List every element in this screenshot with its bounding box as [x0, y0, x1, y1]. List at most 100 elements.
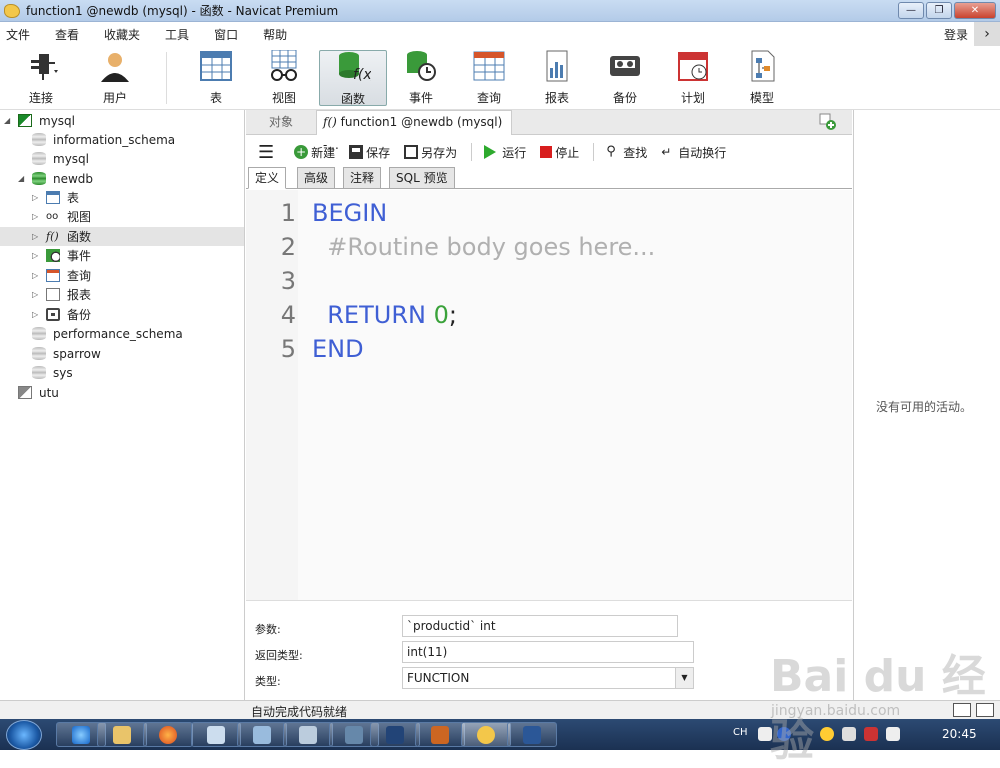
search-icon: ⚲: [606, 144, 616, 159]
line-number: 3: [280, 267, 296, 295]
baidu-watermark-url: jingyan.baidu.com: [771, 703, 901, 719]
ie-icon: [72, 726, 90, 744]
tree-node-views[interactable]: ▷ oo 视图: [32, 207, 91, 226]
word-wrap-button[interactable]: ↵ 自动换行: [661, 144, 726, 161]
new-button-label: 新建: [311, 145, 336, 160]
menu-favorites[interactable]: 收藏夹: [104, 26, 140, 43]
stop-button[interactable]: 停止: [540, 144, 579, 161]
user-button[interactable]: 用户: [82, 50, 148, 106]
tree-connection-mysql[interactable]: ◢ mysql: [4, 111, 75, 130]
tree-label: performance_schema: [53, 326, 183, 341]
subtab-advanced[interactable]: 高级: [297, 167, 336, 189]
tree-label: mysql: [39, 113, 75, 128]
subtab-definition[interactable]: 定义: [248, 167, 287, 189]
minimize-button[interactable]: —: [898, 2, 924, 19]
status-text: 自动完成代码就绪: [251, 705, 348, 719]
save-as-icon: [404, 145, 419, 159]
expand-arrow-icon[interactable]: ▷: [32, 212, 42, 221]
event-clock-icon: [407, 51, 436, 81]
expand-arrow-icon[interactable]: ▷: [32, 193, 42, 202]
collapse-arrow-icon[interactable]: ◢: [18, 174, 28, 183]
taskbar-app[interactable]: [283, 722, 333, 747]
close-button[interactable]: ✕: [954, 2, 996, 19]
taskbar-media[interactable]: [415, 722, 465, 747]
find-button[interactable]: ⚲ 查找: [606, 144, 647, 161]
play-icon: [484, 145, 497, 159]
hamburger-menu-icon[interactable]: ☰: [258, 142, 274, 163]
maximize-button[interactable]: ❐: [926, 2, 952, 19]
tree-node-queries[interactable]: ▷ 查询: [32, 266, 91, 285]
tree-node-functions[interactable]: ▷ f() 函数: [0, 227, 244, 246]
expand-arrow-icon[interactable]: ▷: [32, 271, 42, 280]
save-button[interactable]: 保存: [349, 144, 390, 161]
tab-function1[interactable]: f() function1 @newdb (mysql) -...: [316, 110, 512, 152]
expand-arrow-icon[interactable]: ▷: [32, 251, 42, 260]
tree-db-information-schema[interactable]: information_schema: [32, 130, 175, 149]
line-number-gutter: 1 2 3 4 5 −: [246, 190, 308, 600]
tree-node-backups[interactable]: ▷ 备份: [32, 305, 91, 324]
tree-node-events[interactable]: ▷ 事件: [32, 246, 91, 265]
taskbar-notepad[interactable]: [191, 722, 241, 747]
code-line[interactable]: END: [312, 332, 364, 366]
query-button[interactable]: 查询: [456, 50, 522, 106]
backup-button[interactable]: 备份: [592, 50, 658, 106]
menu-window[interactable]: 窗口: [214, 26, 238, 43]
tab-objects[interactable]: 对象: [246, 110, 316, 135]
menu-tools[interactable]: 工具: [165, 26, 189, 43]
event-label: 事件: [408, 91, 433, 105]
tree-connection-utu[interactable]: utu: [18, 383, 59, 402]
taskbar-tool[interactable]: [370, 722, 420, 747]
definition-subtabs: 定义 高级 注释 SQL 预览: [246, 167, 852, 189]
event-button[interactable]: 事件: [388, 50, 454, 106]
code-text-area[interactable]: BEGIN #Routine body goes here... RETURN …: [298, 190, 852, 600]
taskbar-firefox[interactable]: [143, 722, 193, 747]
return-type-field[interactable]: int(11): [402, 641, 694, 663]
tree-db-sparrow[interactable]: sparrow: [32, 344, 101, 363]
menu-view[interactable]: 查看: [55, 26, 79, 43]
collapse-arrow-icon[interactable]: ◢: [4, 116, 14, 125]
schedule-button[interactable]: 计划: [660, 50, 726, 106]
taskbar-paint[interactable]: [237, 722, 287, 747]
tree-node-reports[interactable]: ▷ 报表: [32, 285, 91, 304]
login-link[interactable]: 登录: [944, 26, 968, 43]
type-select[interactable]: FUNCTION ▼: [402, 667, 694, 689]
connect-button[interactable]: 连接: [8, 50, 74, 106]
taskbar-explorer[interactable]: [97, 722, 147, 747]
new-tab-icon[interactable]: [818, 112, 838, 132]
code-line[interactable]: RETURN 0;: [312, 298, 457, 332]
connection-tree: ◢ mysql information_schema mysql ◢ newdb…: [0, 110, 245, 718]
view-button[interactable]: 视图: [251, 49, 317, 106]
run-button[interactable]: 运行: [484, 144, 526, 161]
new-button[interactable]: + 新建: [294, 144, 335, 161]
chevron-down-icon[interactable]: ▼: [675, 668, 693, 688]
report-button[interactable]: 报表: [524, 50, 590, 106]
tree-db-newdb[interactable]: ◢ newdb: [18, 169, 93, 188]
start-button[interactable]: [6, 720, 42, 750]
input-language[interactable]: CH: [733, 727, 748, 738]
subtab-comment[interactable]: 注释: [343, 167, 382, 189]
params-field[interactable]: `productid` int: [402, 615, 678, 637]
expand-arrow-icon[interactable]: ▷: [32, 310, 42, 319]
menu-help[interactable]: 帮助: [263, 26, 287, 43]
taskbar-navicat[interactable]: [461, 722, 511, 747]
run-button-label: 运行: [502, 145, 527, 160]
function-button[interactable]: f(x) 函数: [319, 50, 387, 106]
taskbar-word[interactable]: [507, 722, 557, 747]
code-editor[interactable]: 1 2 3 4 5 − BEGIN #Routine body goes her…: [246, 190, 852, 600]
table-label: 表: [209, 91, 222, 105]
expand-arrow-icon[interactable]: ▷: [32, 232, 42, 241]
save-as-button[interactable]: 另存为: [404, 144, 457, 161]
tree-node-tables[interactable]: ▷ 表: [32, 188, 79, 207]
tree-db-sys[interactable]: sys: [32, 363, 73, 382]
table-button[interactable]: 表: [183, 50, 249, 106]
subtab-sql-preview[interactable]: SQL 预览: [389, 167, 455, 189]
code-line[interactable]: BEGIN: [312, 196, 387, 230]
menu-file[interactable]: 文件: [6, 26, 30, 43]
tree-db-performance-schema[interactable]: performance_schema: [32, 324, 183, 343]
tree-db-mysql[interactable]: mysql: [32, 149, 89, 168]
expand-arrow-icon[interactable]: ▷: [32, 290, 42, 299]
model-button[interactable]: 模型: [729, 50, 795, 106]
more-menu-button[interactable]: ›: [974, 22, 1000, 46]
connect-label: 连接: [28, 91, 53, 105]
code-line[interactable]: #Routine body goes here...: [312, 230, 655, 264]
